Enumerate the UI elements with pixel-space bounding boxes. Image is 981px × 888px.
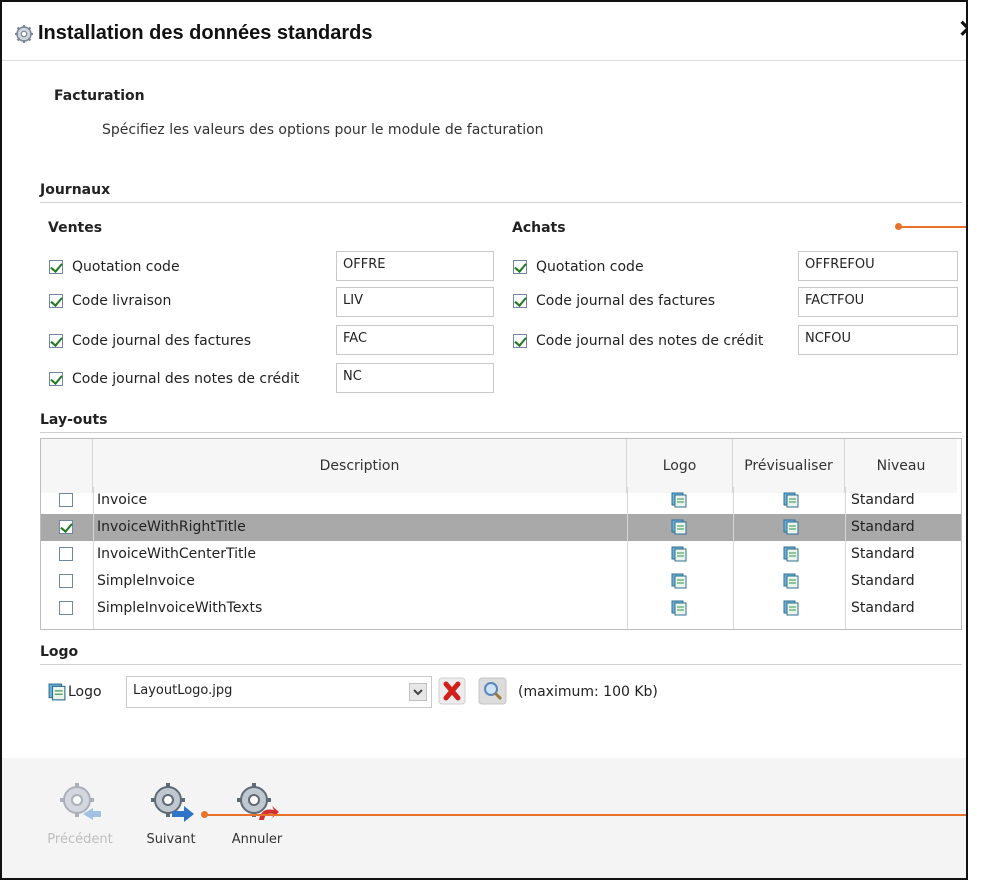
grid-header-check [41, 439, 93, 493]
row-description: InvoiceWithCenterTitle [97, 546, 256, 562]
annotation-line [205, 814, 966, 816]
ventes-livraison-input[interactable]: LIV [336, 287, 494, 317]
next-label: Suivant [146, 832, 196, 847]
close-icon[interactable]: ✕ [958, 18, 966, 42]
table-row[interactable]: SimpleInvoice Standard [41, 568, 961, 595]
row-checkbox[interactable] [59, 601, 73, 615]
document-icon [48, 683, 66, 701]
row-niveau: Standard [851, 492, 915, 508]
gear-icon [15, 25, 33, 43]
next-button[interactable]: Suivant [136, 780, 206, 847]
journaux-title: Journaux [40, 182, 111, 198]
row-description: Invoice [97, 492, 148, 508]
ventes-credit-checkbox[interactable] [49, 372, 63, 386]
achats-title: Achats [512, 220, 566, 236]
grid-divider [627, 487, 628, 629]
gear-next-icon [151, 783, 194, 822]
logo-select[interactable]: LayoutLogo.jpg [126, 676, 432, 708]
grid-header-niveau[interactable]: Niveau [845, 439, 957, 493]
logo-size-hint: (maximum: 100 Kb) [518, 684, 658, 700]
red-x-icon[interactable] [438, 676, 466, 706]
grid-header-description[interactable]: Description [93, 439, 627, 493]
table-row-selected[interactable]: InvoiceWithRightTitle Standard [41, 514, 961, 541]
achats-factures-label: Code journal des factures [536, 293, 716, 309]
row-description: SimpleInvoice [97, 573, 195, 589]
document-icon[interactable] [783, 573, 799, 589]
grid-divider [845, 487, 846, 629]
table-row[interactable]: Invoice Standard [41, 487, 961, 514]
row-niveau: Standard [851, 600, 915, 616]
row-description: SimpleInvoiceWithTexts [97, 600, 263, 616]
ventes-livraison-checkbox[interactable] [49, 294, 63, 308]
layouts-grid: Description Logo Prévisualiser Niveau In… [40, 438, 962, 630]
grid-divider [93, 487, 94, 629]
row-description: InvoiceWithRightTitle [97, 519, 246, 535]
button-bar: Précédent Suivant Annuler [2, 758, 966, 878]
row-niveau: Standard [851, 519, 915, 535]
ventes-quotation-label: Quotation code [72, 259, 180, 275]
achats-quotation-label: Quotation code [536, 259, 644, 275]
divider [40, 664, 962, 665]
document-icon[interactable] [783, 492, 799, 508]
layouts-title: Lay-outs [40, 412, 108, 428]
achats-factures-input[interactable]: FACTFOU [798, 287, 958, 317]
row-niveau: Standard [851, 573, 915, 589]
gear-cancel-icon [237, 783, 279, 820]
row-checkbox[interactable] [59, 547, 73, 561]
grid-header-logo[interactable]: Logo [627, 439, 733, 493]
ventes-quotation-input[interactable]: OFFRE [336, 251, 494, 281]
document-icon[interactable] [671, 600, 687, 616]
ventes-credit-input[interactable]: NC [336, 363, 494, 393]
grid-divider [733, 487, 734, 629]
gear-back-icon [60, 783, 101, 820]
ventes-factures-checkbox[interactable] [49, 334, 63, 348]
magnifier-icon[interactable] [478, 676, 508, 706]
achats-credit-checkbox[interactable] [513, 334, 527, 348]
row-checkbox[interactable] [59, 493, 73, 507]
achats-quotation-checkbox[interactable] [513, 260, 527, 274]
section-title: Facturation [54, 88, 145, 104]
achats-credit-input[interactable]: NCFOU [798, 325, 958, 355]
ventes-factures-input[interactable]: FAC [336, 325, 494, 355]
dialog-title: Installation des données standards [38, 22, 373, 44]
row-checkbox[interactable] [59, 520, 73, 534]
logo-section-title: Logo [40, 644, 79, 660]
section-description: Spécifiez les valeurs des options pour l… [102, 122, 544, 138]
ventes-quotation-checkbox[interactable] [49, 260, 63, 274]
achats-credit-label: Code journal des notes de crédit [536, 333, 764, 349]
ventes-credit-label: Code journal des notes de crédit [72, 371, 300, 387]
grid-header-preview[interactable]: Prévisualiser [733, 439, 845, 493]
document-icon[interactable] [671, 573, 687, 589]
previous-button[interactable]: Précédent [40, 780, 120, 847]
table-row[interactable]: SimpleInvoiceWithTexts Standard [41, 595, 961, 622]
logo-label: Logo [68, 684, 102, 700]
title-bar: Installation des données standards ✕ [2, 2, 966, 61]
achats-factures-checkbox[interactable] [513, 294, 527, 308]
divider [40, 202, 962, 203]
chevron-down-icon[interactable] [409, 683, 427, 701]
row-niveau: Standard [851, 546, 915, 562]
document-icon[interactable] [783, 519, 799, 535]
ventes-livraison-label: Code livraison [72, 293, 172, 309]
document-icon[interactable] [671, 519, 687, 535]
document-icon[interactable] [671, 546, 687, 562]
ventes-factures-label: Code journal des factures [72, 333, 252, 349]
document-icon[interactable] [783, 546, 799, 562]
cancel-label: Annuler [231, 832, 283, 847]
document-icon[interactable] [783, 600, 799, 616]
divider [40, 432, 962, 433]
previous-label: Précédent [47, 832, 113, 847]
document-icon[interactable] [671, 492, 687, 508]
annotation-line [899, 226, 966, 228]
achats-quotation-input[interactable]: OFFREFOU [798, 251, 958, 281]
dialog: Installation des données standards ✕ Fac… [0, 0, 968, 880]
row-checkbox[interactable] [59, 574, 73, 588]
table-row[interactable]: InvoiceWithCenterTitle Standard [41, 541, 961, 568]
ventes-title: Ventes [48, 220, 103, 236]
logo-select-value: LayoutLogo.jpg [133, 683, 233, 698]
